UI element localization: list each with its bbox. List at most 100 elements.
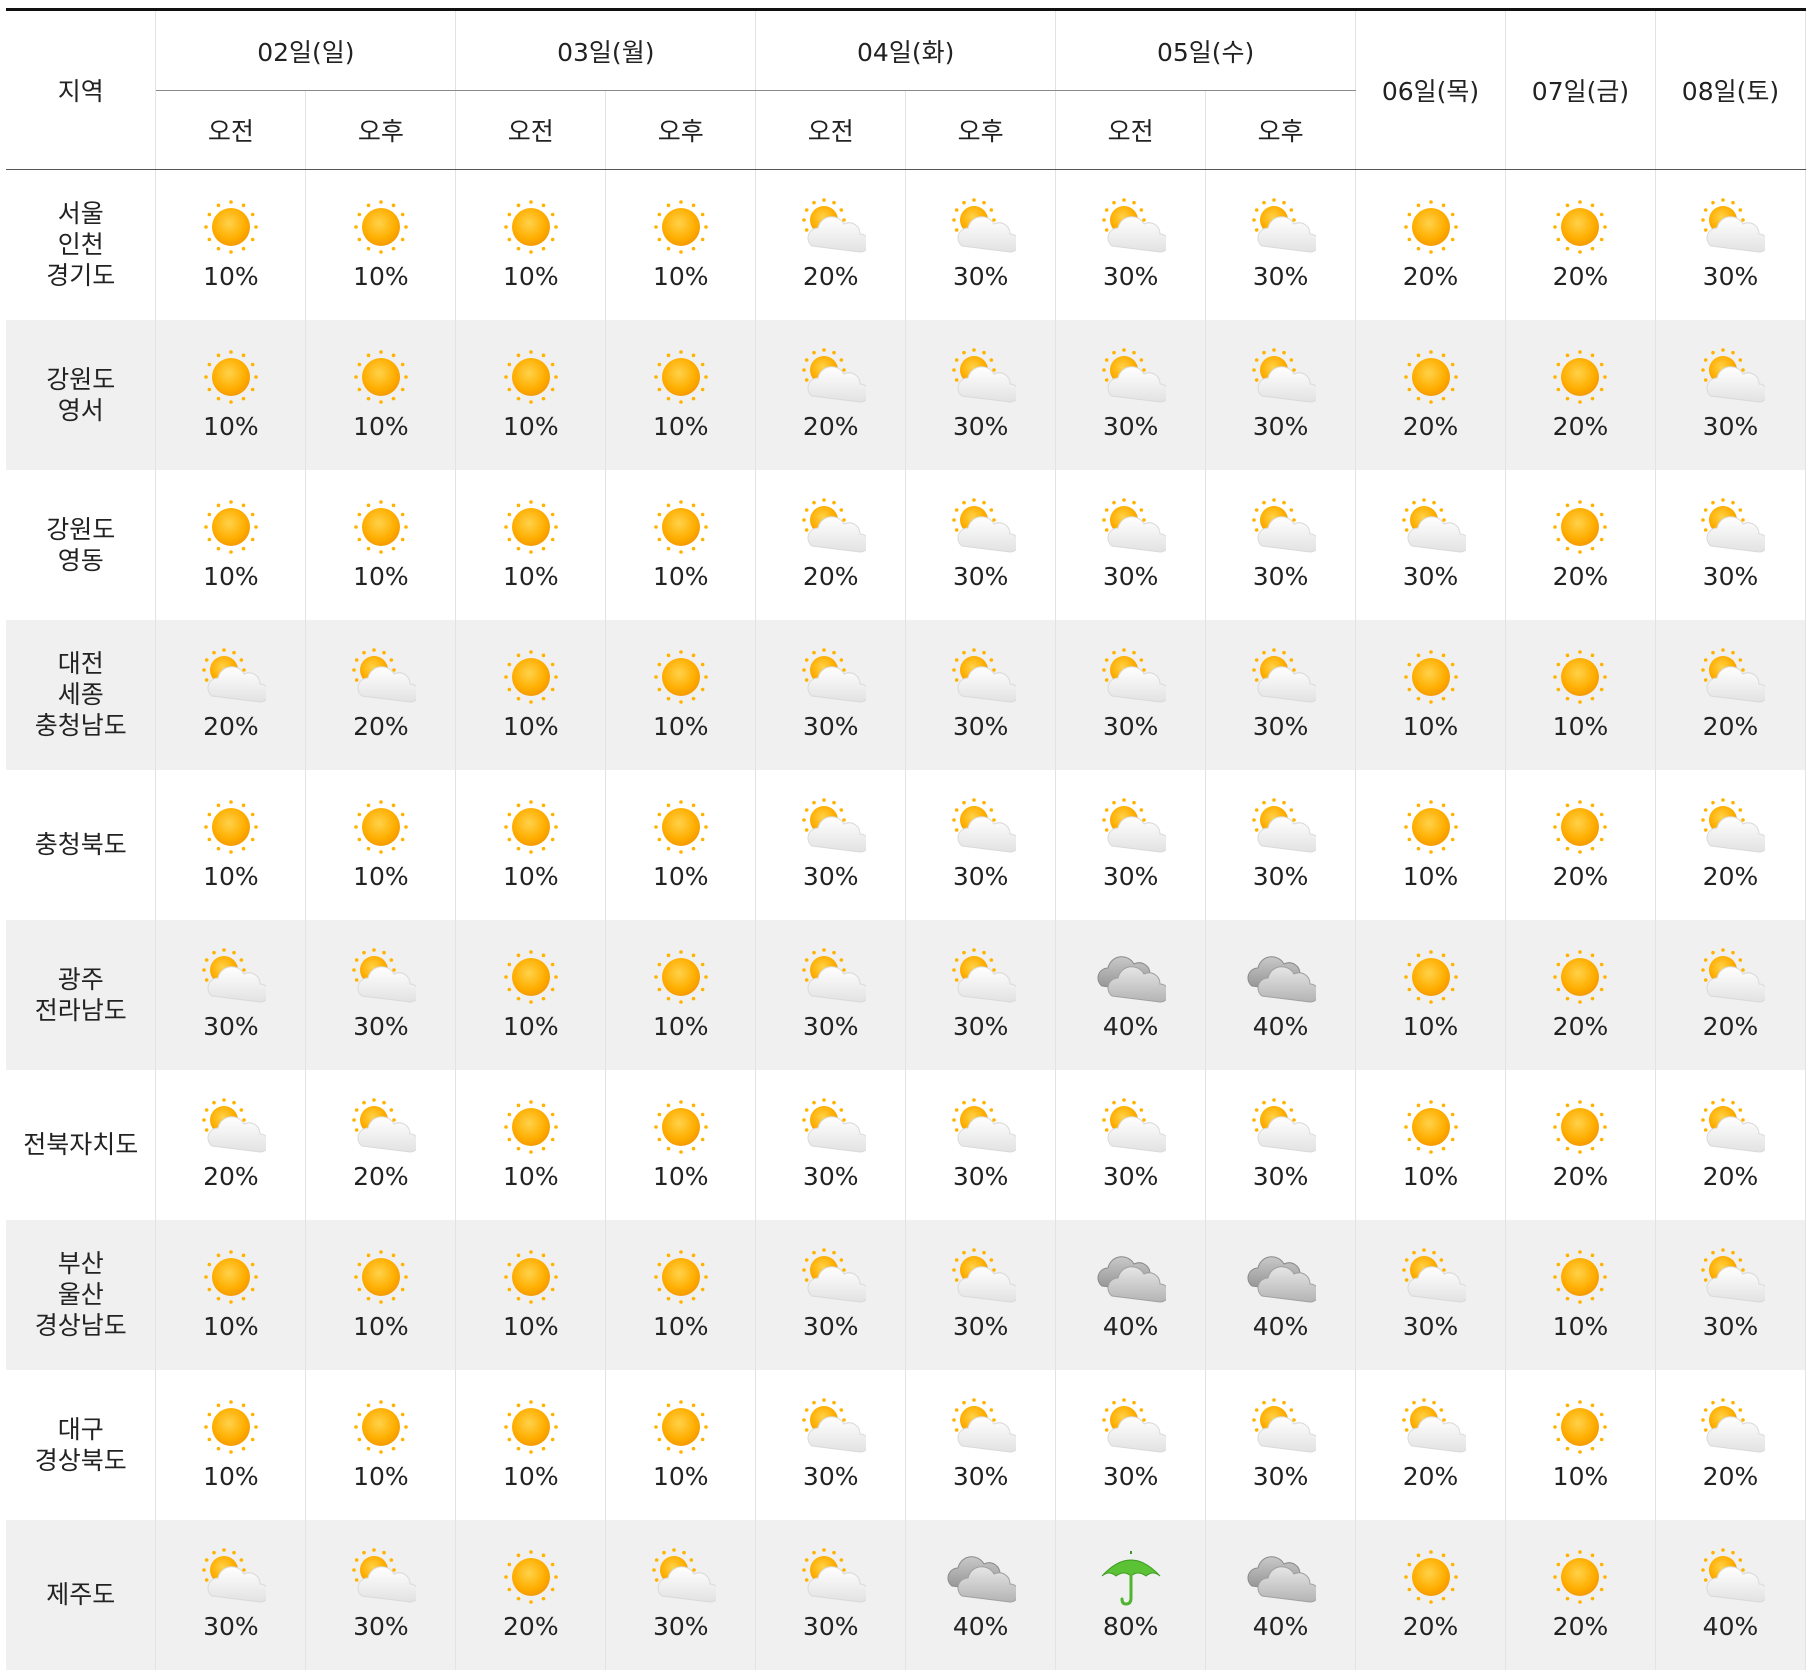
- partly-cloudy-icon: [1096, 198, 1166, 260]
- precipitation-probability: 10%: [503, 1312, 559, 1341]
- partly-cloudy-icon: [1096, 648, 1166, 710]
- forecast-cell: 30%: [905, 169, 1057, 320]
- forecast-cell: 30%: [1055, 769, 1207, 920]
- forecast-container: 지역 02일(일) 03일(월) 04일(화) 05일(수) 06일(목) 07일(금) 08…: [6, 8, 1807, 1670]
- table-row: 대구 경상북도 10% 10% 10% 10% 30% 30% 30% 30% 20% 10% 20%: [6, 1369, 1807, 1520]
- region-name-line: 대전: [57, 649, 104, 678]
- partly-cloudy-icon: [346, 1098, 416, 1160]
- cloudy-icon: [1246, 948, 1316, 1010]
- sunny-icon: [346, 348, 416, 410]
- forecast-cell: 30%: [1655, 319, 1807, 470]
- precipitation-probability: 30%: [1252, 862, 1309, 891]
- forecast-cell: 30%: [1355, 1219, 1506, 1370]
- forecast-cell: 30%: [605, 1519, 757, 1670]
- partly-cloudy-icon: [796, 498, 866, 560]
- precipitation-probability: 30%: [652, 1612, 709, 1641]
- sunny-icon: [1545, 1398, 1615, 1460]
- precipitation-probability: 10%: [652, 1312, 709, 1341]
- forecast-cell: 10%: [155, 169, 307, 320]
- precipitation-probability: 30%: [1102, 262, 1159, 292]
- region-name-line: 세종: [57, 680, 104, 709]
- cloudy-icon: [1096, 948, 1166, 1010]
- partly-cloudy-icon: [1246, 798, 1316, 860]
- forecast-cell: 10%: [455, 769, 607, 920]
- day-header: 07일(금): [1505, 9, 1656, 170]
- partly-cloudy-icon: [946, 498, 1016, 560]
- precipitation-probability: 10%: [203, 562, 259, 591]
- day-header: 02일(일): [155, 9, 457, 91]
- partly-cloudy-icon: [1396, 1398, 1466, 1460]
- partly-cloudy-icon: [1695, 648, 1766, 710]
- forecast-cell: 10%: [305, 319, 457, 470]
- precipitation-probability: 10%: [503, 262, 559, 292]
- forecast-cell: 10%: [455, 1369, 607, 1520]
- forecast-cell: 30%: [305, 1519, 457, 1670]
- partly-cloudy-icon: [1695, 1548, 1766, 1610]
- forecast-cell: 30%: [1655, 1219, 1807, 1370]
- forecast-cell: 10%: [1355, 619, 1506, 770]
- partly-cloudy-icon: [796, 648, 866, 710]
- precipitation-probability: 10%: [203, 412, 259, 441]
- table-row: 대전 세종 충청남도 20% 20% 10% 10% 30% 30% 30% 30% 10% 10% 20…: [6, 619, 1807, 770]
- partly-cloudy-icon: [946, 948, 1016, 1010]
- sunny-icon: [1396, 648, 1466, 710]
- day-header: 04일(화): [755, 9, 1057, 91]
- sunny-icon: [1396, 1548, 1466, 1610]
- forecast-cell: 30%: [905, 919, 1057, 1070]
- cloudy-icon: [1096, 1248, 1166, 1310]
- pm-header: 오후: [305, 90, 457, 170]
- forecast-cell: 20%: [1505, 769, 1656, 920]
- sunny-icon: [1396, 198, 1466, 260]
- precipitation-probability: 20%: [1702, 862, 1759, 891]
- precipitation-probability: 10%: [1402, 712, 1459, 741]
- forecast-cell: 30%: [905, 1069, 1057, 1220]
- forecast-cell: 20%: [1505, 169, 1656, 320]
- partly-cloudy-icon: [1246, 348, 1316, 410]
- forecast-cell: 30%: [755, 1219, 907, 1370]
- region-name-line: 제주도: [46, 1580, 116, 1609]
- sunny-icon: [1545, 198, 1615, 260]
- precipitation-probability: 30%: [952, 262, 1009, 292]
- sunny-icon: [646, 948, 716, 1010]
- partly-cloudy-icon: [946, 648, 1016, 710]
- pm-header: 오후: [605, 90, 757, 170]
- table-row: 제주도 30% 30% 20% 30% 30% 40% 80% 40% 20% 20% 40%: [6, 1519, 1807, 1670]
- forecast-cell: 40%: [1055, 1219, 1207, 1370]
- forecast-cell: 10%: [155, 1219, 307, 1370]
- forecast-cell: 10%: [155, 1369, 307, 1520]
- partly-cloudy-icon: [1096, 348, 1166, 410]
- partly-cloudy-icon: [796, 798, 866, 860]
- forecast-cell: 30%: [1655, 469, 1807, 620]
- partly-cloudy-icon: [946, 1248, 1016, 1310]
- partly-cloudy-icon: [1695, 1248, 1766, 1310]
- precipitation-probability: 30%: [1252, 412, 1309, 441]
- precipitation-probability: 30%: [203, 1612, 259, 1641]
- forecast-cell: 10%: [455, 319, 607, 470]
- precipitation-probability: 40%: [1102, 1012, 1159, 1041]
- sunny-icon: [646, 348, 716, 410]
- sunny-icon: [196, 498, 266, 560]
- precipitation-probability: 10%: [652, 562, 709, 591]
- forecast-cell: 30%: [1205, 1069, 1357, 1220]
- forecast-cell: 30%: [1205, 1369, 1357, 1520]
- sunny-icon: [346, 1398, 416, 1460]
- precipitation-probability: 20%: [1402, 262, 1459, 292]
- am-header: 오전: [155, 90, 307, 170]
- forecast-cell: 10%: [1355, 769, 1506, 920]
- forecast-cell: 30%: [905, 319, 1057, 470]
- precipitation-probability: 20%: [1402, 1612, 1459, 1641]
- forecast-cell: 20%: [1505, 319, 1656, 470]
- precipitation-probability: 30%: [1252, 712, 1309, 741]
- table-header: 지역 02일(일) 03일(월) 04일(화) 05일(수) 06일(목) 07일(금) 08…: [6, 9, 1807, 170]
- forecast-cell: 10%: [305, 1369, 457, 1520]
- partly-cloudy-icon: [796, 1398, 866, 1460]
- sunny-icon: [1545, 1098, 1615, 1160]
- sunny-icon: [496, 1248, 566, 1310]
- forecast-cell: 10%: [155, 769, 307, 920]
- sunny-icon: [646, 498, 716, 560]
- forecast-cell: 20%: [755, 169, 907, 320]
- forecast-cell: 80%: [1055, 1519, 1207, 1670]
- precipitation-probability: 10%: [652, 712, 709, 741]
- precipitation-probability: 10%: [652, 1012, 709, 1041]
- forecast-cell: 30%: [1355, 469, 1506, 620]
